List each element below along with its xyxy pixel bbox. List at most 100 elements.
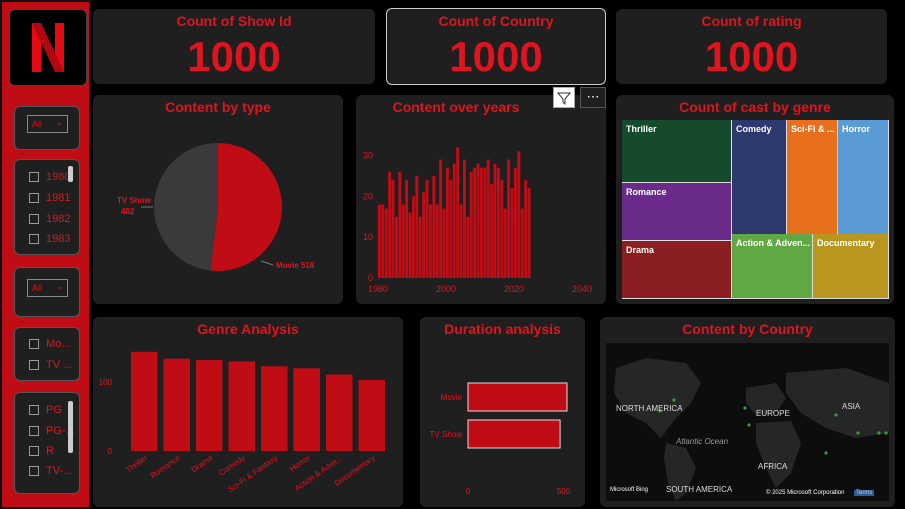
year-bar[interactable]: [446, 167, 449, 278]
pie-slice-movie[interactable]: [210, 143, 282, 271]
year-option[interactable]: 1982: [29, 213, 70, 225]
year-bar[interactable]: [520, 208, 524, 278]
year-bar[interactable]: [395, 216, 398, 278]
dropdown-select-2[interactable]: All ⌄: [27, 279, 68, 297]
slicer-types[interactable]: Mo... TV ...: [14, 327, 80, 381]
year-bar[interactable]: [388, 171, 392, 278]
chart-content-by-type[interactable]: Content by type TV Show 482 Movie 518: [93, 95, 343, 304]
duration-bar[interactable]: [467, 382, 568, 412]
genre-bar[interactable]: [293, 368, 321, 451]
year-bar[interactable]: [442, 208, 446, 278]
treemap-tile-horror[interactable]: Horror: [838, 120, 889, 240]
scrollbar[interactable]: [68, 401, 73, 453]
genre-bar[interactable]: [163, 358, 191, 451]
year-bar[interactable]: [473, 167, 477, 278]
year-bar[interactable]: [384, 208, 388, 278]
scrollbar[interactable]: [68, 166, 73, 182]
chart-content-by-country[interactable]: Content by Country NORTH AMERICA EUROPE …: [600, 317, 895, 507]
year-bar[interactable]: [432, 175, 436, 278]
genre-bar[interactable]: [326, 374, 353, 451]
year-bar[interactable]: [497, 167, 500, 278]
chart-duration-analysis[interactable]: Duration analysis Movie TV Show 0 500: [420, 317, 585, 507]
year-bar[interactable]: [476, 163, 480, 278]
pie-slice-tv-show[interactable]: [154, 143, 218, 271]
checkbox[interactable]: [29, 339, 39, 349]
year-option[interactable]: 1981: [29, 192, 70, 204]
slicer-dropdown-1[interactable]: All ⌄: [14, 106, 80, 150]
year-bar[interactable]: [483, 167, 487, 278]
year-bar[interactable]: [514, 167, 517, 278]
year-option[interactable]: 1983: [29, 233, 70, 245]
rating-option[interactable]: TV-...: [29, 465, 72, 477]
genre-bar[interactable]: [261, 366, 288, 451]
chart-genre-analysis[interactable]: Genre Analysis 0 100 Thriller Romance Drama C…: [93, 317, 403, 507]
year-bar[interactable]: [480, 167, 483, 278]
year-bar[interactable]: [507, 159, 511, 278]
type-option[interactable]: Mo...: [29, 338, 70, 350]
chart-content-over-years[interactable]: Content over years ⋯ 0 10 20 30 1980 2000 2020…: [356, 87, 606, 304]
map-terms-link[interactable]: Terms: [854, 490, 875, 496]
duration-bar[interactable]: [467, 419, 561, 449]
year-bar[interactable]: [439, 159, 443, 278]
year-bar[interactable]: [500, 179, 504, 278]
year-bar[interactable]: [510, 188, 514, 278]
chart-cast-by-genre[interactable]: Count of cast by genre Thriller Comedy S…: [616, 95, 894, 304]
treemap-tile-thriller[interactable]: Thriller: [622, 120, 732, 183]
year-bar[interactable]: [524, 179, 528, 278]
checkbox[interactable]: [29, 193, 39, 203]
year-bar[interactable]: [425, 179, 429, 278]
year-bar[interactable]: [378, 204, 381, 278]
checkbox[interactable]: [29, 405, 39, 415]
year-bar[interactable]: [381, 204, 385, 278]
year-bar[interactable]: [398, 171, 402, 278]
kpi-card-country[interactable]: Count of Country 1000: [386, 8, 606, 85]
year-bar[interactable]: [527, 188, 531, 278]
treemap-tile-documentary[interactable]: Documentary: [813, 234, 889, 299]
year-bar[interactable]: [490, 184, 494, 278]
year-bar[interactable]: [456, 147, 460, 278]
year-bar[interactable]: [435, 204, 439, 278]
checkbox[interactable]: [29, 446, 39, 456]
treemap-tile-drama[interactable]: Drama: [622, 241, 732, 299]
year-bar[interactable]: [493, 163, 497, 278]
rating-option[interactable]: R: [29, 445, 54, 457]
year-bar[interactable]: [466, 216, 470, 278]
year-bar[interactable]: [405, 179, 409, 278]
rating-option[interactable]: PG: [29, 404, 62, 416]
year-option[interactable]: 1980: [29, 171, 70, 183]
checkbox[interactable]: [29, 234, 39, 244]
dropdown-select-1[interactable]: All ⌄: [27, 115, 68, 133]
checkbox[interactable]: [29, 214, 39, 224]
slicer-years[interactable]: 1980 1981 1982 1983: [14, 159, 80, 255]
year-bar[interactable]: [412, 196, 415, 278]
year-bar[interactable]: [486, 159, 490, 278]
year-bar[interactable]: [401, 204, 405, 278]
checkbox[interactable]: [29, 426, 39, 436]
year-bar[interactable]: [459, 204, 463, 278]
genre-bar[interactable]: [228, 361, 256, 451]
type-option[interactable]: TV ...: [29, 359, 72, 371]
treemap-tile-comedy[interactable]: Comedy: [732, 120, 787, 240]
year-bar[interactable]: [429, 204, 432, 278]
treemap-tile-scifi[interactable]: Sci-Fi & ...: [787, 120, 838, 240]
map-canvas[interactable]: NORTH AMERICA EUROPE ASIA AFRICA SOUTH A…: [606, 343, 889, 501]
genre-bar[interactable]: [131, 351, 158, 451]
genre-bar[interactable]: [196, 360, 223, 451]
year-bar[interactable]: [452, 163, 456, 278]
genre-bar[interactable]: [358, 380, 386, 451]
year-bar[interactable]: [418, 216, 422, 278]
slicer-dropdown-2[interactable]: All ⌄: [14, 267, 80, 317]
year-bar[interactable]: [391, 179, 395, 278]
year-bar[interactable]: [422, 192, 426, 278]
year-bar[interactable]: [408, 212, 412, 278]
treemap-tile-romance[interactable]: Romance: [622, 183, 732, 241]
treemap-tile-action[interactable]: Action & Adven...: [732, 234, 813, 299]
checkbox[interactable]: [29, 172, 39, 182]
year-bar[interactable]: [449, 179, 453, 278]
year-bar[interactable]: [517, 151, 521, 278]
year-bar[interactable]: [469, 171, 473, 278]
year-bar[interactable]: [503, 208, 507, 278]
checkbox[interactable]: [29, 466, 39, 476]
slicer-ratings[interactable]: PG PG-... R TV-...: [14, 392, 80, 494]
year-bar[interactable]: [415, 175, 419, 278]
